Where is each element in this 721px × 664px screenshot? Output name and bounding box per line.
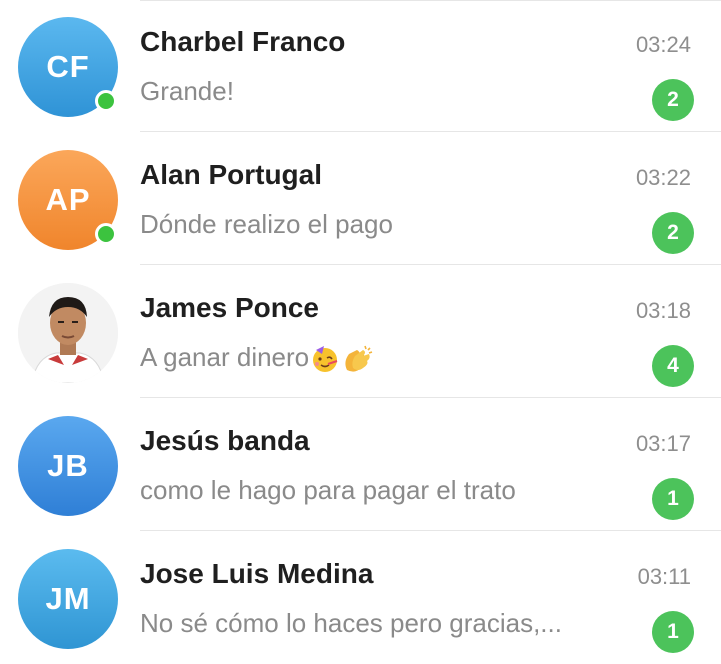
unread-badge: 4 <box>652 345 694 387</box>
divider <box>140 397 721 398</box>
chat-time: 03:11 <box>637 564 691 589</box>
chat-preview: Dónde realizo el pago <box>140 209 393 239</box>
unread-badge: 1 <box>652 611 694 653</box>
avatar-initials: CF <box>46 49 90 84</box>
chat-item-jesus-banda[interactable]: JB Jesús banda 03:17 como le hago para p… <box>0 399 721 531</box>
chat-name: Jesús banda <box>140 425 310 456</box>
profile-photo-icon <box>18 283 118 383</box>
chat-name: Charbel Franco <box>140 26 346 57</box>
clapping-hands-emoji-icon <box>345 345 373 372</box>
online-indicator <box>95 90 117 112</box>
chat-time: 03:17 <box>635 431 691 456</box>
avatar-initials: JB <box>47 448 89 483</box>
chat-time: 03:24 <box>635 32 691 57</box>
avatar: JB <box>18 416 118 516</box>
avatar-initials: JM <box>45 581 91 616</box>
unread-badge: 2 <box>652 79 694 121</box>
partying-face-emoji-icon <box>313 346 338 373</box>
divider <box>140 131 721 132</box>
online-indicator <box>95 223 117 245</box>
chat-item-alan-portugal[interactable]: AP Alan Portugal 03:22 Dónde realizo el … <box>0 133 721 265</box>
chat-item-charbel-franco[interactable]: CF Charbel Franco 03:24 Grande! 2 <box>0 0 721 132</box>
chat-preview: A ganar dinero <box>140 342 375 374</box>
chat-name: James Ponce <box>140 292 319 323</box>
avatar-initials: AP <box>45 182 91 217</box>
unread-badge: 2 <box>652 212 694 254</box>
chat-preview: No sé cómo lo haces pero gracias,... <box>140 608 562 638</box>
chat-time: 03:18 <box>635 298 691 323</box>
chat-time: 03:22 <box>635 165 691 190</box>
unread-badge: 1 <box>652 478 694 520</box>
chat-preview: Grande! <box>140 76 234 106</box>
avatar-photo <box>18 283 118 383</box>
chat-name: Alan Portugal <box>140 159 323 190</box>
chat-list: CF Charbel Franco 03:24 Grande! 2 AP Ala… <box>0 0 721 653</box>
chat-preview-text: A ganar dinero <box>140 342 310 372</box>
chat-preview: como le hago para pagar el trato <box>140 475 516 505</box>
divider <box>140 264 721 265</box>
chat-item-jose-luis-medina[interactable]: JM Jose Luis Medina 03:11 No sé cómo lo … <box>0 532 721 664</box>
chat-name: Jose Luis Medina <box>140 558 374 589</box>
avatar: JM <box>18 549 118 649</box>
chat-item-james-ponce[interactable]: James Ponce 03:18 A ganar dinero 4 <box>0 266 721 398</box>
divider <box>140 530 721 531</box>
